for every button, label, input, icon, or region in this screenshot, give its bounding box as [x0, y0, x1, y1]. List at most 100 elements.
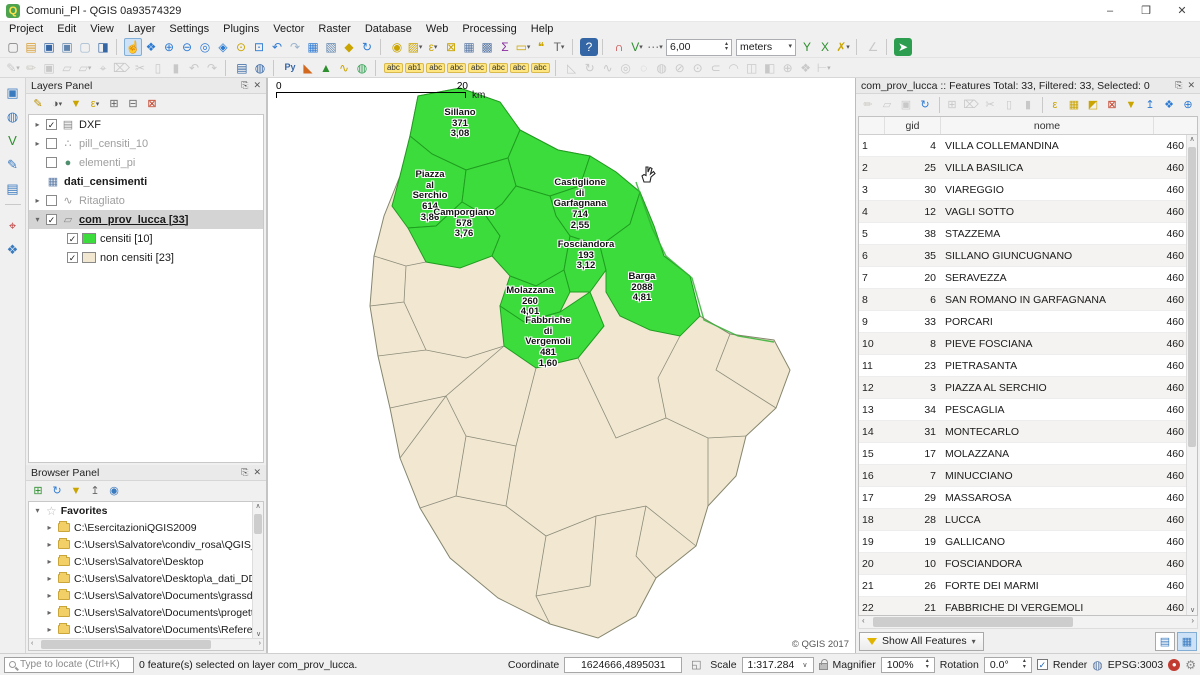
statistics-button[interactable]: Σ	[496, 38, 514, 56]
label-pin-button[interactable]: abc	[425, 59, 446, 77]
add-ring-button[interactable]: ◎	[617, 59, 635, 77]
label-show-hide-button[interactable]: abc	[467, 59, 488, 77]
row-number[interactable]: 8	[859, 294, 885, 306]
browser-horizontal-scrollbar[interactable]: ‹›	[29, 638, 263, 650]
table-toggle-editing-button[interactable]: ✏	[859, 97, 877, 114]
help-button[interactable]: ?	[580, 38, 598, 56]
coordinate-input[interactable]: 1624666,4895031	[564, 657, 682, 673]
table-row[interactable]: 167MINUCCIANO460	[859, 465, 1197, 487]
layer-item-pill-censiti-10[interactable]: ▸∴pill_censiti_10	[29, 134, 263, 153]
pan-map-button[interactable]: ☝	[124, 38, 142, 56]
select-by-expression-button[interactable]: ε▾	[424, 38, 442, 56]
header-rownum[interactable]	[859, 117, 885, 134]
add-selected-layers-button[interactable]: ⊞	[29, 483, 47, 500]
save-layer-edits-button[interactable]: ▣	[40, 59, 58, 77]
menu-raster[interactable]: Raster	[311, 22, 357, 37]
georeferencer-button[interactable]: ⌖	[3, 215, 23, 235]
table-row[interactable]: 2010FOSCIANDORA460	[859, 553, 1197, 575]
delete-selected-button[interactable]: ⌦	[112, 59, 131, 77]
tracing-button[interactable]: ✗▾	[834, 38, 852, 56]
legend-checkbox[interactable]: ✓	[67, 233, 78, 244]
globe-plugin-button[interactable]: ◍	[353, 59, 371, 77]
zoom-out-button[interactable]: ⊖	[178, 38, 196, 56]
menu-layer[interactable]: Layer	[121, 22, 163, 37]
menu-web[interactable]: Web	[419, 22, 455, 37]
layer-item-elementi-pi[interactable]: ●elementi_pi	[29, 153, 263, 172]
digitize-shape-button[interactable]: ▱	[58, 59, 76, 77]
magnifier-input[interactable]: 100%▴▾	[881, 657, 935, 673]
refresh-browser-button[interactable]: ↻	[48, 483, 66, 500]
browser-item-folder[interactable]: ▸C:\Users\Salvatore\Desktop\a_dati_DDS_1…	[29, 570, 263, 587]
python-console-button[interactable]: Py	[281, 59, 299, 77]
zoom-full-button[interactable]: ◈	[214, 38, 232, 56]
layer-item-dxf[interactable]: ▸✓▤DXF	[29, 115, 263, 134]
redo-button[interactable]: ↷	[203, 59, 221, 77]
rotate-feature-button[interactable]: ↻	[581, 59, 599, 77]
datasource-manager-button[interactable]: ▣	[3, 82, 23, 102]
browser-item-folder[interactable]: ▸C:\Users\Salvatore\condiv_rosa\QGIS_dat…	[29, 536, 263, 553]
row-number[interactable]: 16	[859, 470, 885, 482]
attribute-table-float-icon[interactable]: ⎘	[1175, 80, 1182, 91]
table-save-edits-button[interactable]: ▣	[897, 97, 915, 114]
avoid-intersections-button[interactable]: X	[816, 38, 834, 56]
row-number[interactable]: 11	[859, 360, 885, 372]
table-row[interactable]: 86SAN ROMANO IN GARFAGNANA460	[859, 289, 1197, 311]
undo-button[interactable]: ↶	[185, 59, 203, 77]
table-row[interactable]: 1431MONTECARLO460	[859, 421, 1197, 443]
table-add-feature-button[interactable]: ⊞	[943, 97, 961, 114]
row-number[interactable]: 2	[859, 162, 885, 174]
table-zoom-to-selection-button[interactable]: ⊕	[1179, 97, 1197, 114]
table-copy-button[interactable]: ▯	[1000, 97, 1018, 114]
zoom-next-button[interactable]: ↷	[286, 38, 304, 56]
legend-item-censiti-10[interactable]: ✓censiti [10]	[29, 229, 263, 248]
table-reload-button[interactable]: ↻	[916, 97, 934, 114]
layer-labeling-button[interactable]: abc	[383, 59, 404, 77]
minimize-button[interactable]: –	[1092, 0, 1128, 22]
new-map-view-button[interactable]: ▦	[304, 38, 322, 56]
extents-icon[interactable]: ◱	[687, 656, 705, 674]
table-row[interactable]: 330VIAREGGIO460	[859, 179, 1197, 201]
row-number[interactable]: 20	[859, 558, 885, 570]
table-move-selection-top-button[interactable]: ↥	[1141, 97, 1159, 114]
row-number[interactable]: 22	[859, 602, 885, 614]
delete-ring-button[interactable]: ⊘	[671, 59, 689, 77]
messages-icon[interactable]: ●	[1168, 659, 1180, 671]
zoom-in-button[interactable]: ⊕	[160, 38, 178, 56]
row-number[interactable]: 15	[859, 448, 885, 460]
elevation-profile-button[interactable]: ∠	[864, 38, 882, 56]
snapping-units-select[interactable]: meters▾	[736, 39, 796, 56]
filter-legend-expression-button[interactable]: ε▾	[86, 96, 104, 113]
grass-plugin-button[interactable]: ◣	[299, 59, 317, 77]
table-row[interactable]: 933PORCARI460	[859, 311, 1197, 333]
rotation-input[interactable]: 0.0°▴▾	[984, 657, 1032, 673]
new-shapefile-layer-button[interactable]: ✎	[3, 154, 23, 174]
table-row[interactable]: 14VILLA COLLEMANDINA460	[859, 135, 1197, 157]
table-filter-select-button[interactable]: ▼	[1122, 97, 1140, 114]
table-row[interactable]: 720SERAVEZZA460	[859, 267, 1197, 289]
row-number[interactable]: 12	[859, 382, 885, 394]
locate-input[interactable]: Type to locate (Ctrl+K)	[4, 657, 134, 673]
table-row[interactable]: 2221FABBRICHE DI VERGEMOLI460	[859, 597, 1197, 616]
add-vector-layer-button[interactable]: V	[3, 130, 23, 150]
menu-vector[interactable]: Vector	[266, 22, 311, 37]
row-number[interactable]: 14	[859, 426, 885, 438]
layout-manager-button[interactable]: ◨	[94, 38, 112, 56]
menu-settings[interactable]: Settings	[162, 22, 216, 37]
add-part-button[interactable]: ◌	[635, 59, 653, 77]
table-select-all-button[interactable]: ▦	[1065, 97, 1083, 114]
paste-features-button[interactable]: ▮	[167, 59, 185, 77]
map-canvas[interactable]: Sillano3713,08PiazzaalSerchio6143,86Cast…	[268, 78, 855, 653]
lock-scale-icon[interactable]	[819, 663, 828, 670]
new-3d-map-button[interactable]: ▧	[322, 38, 340, 56]
row-number[interactable]: 9	[859, 316, 885, 328]
table-row[interactable]: 538STAZZEMA460	[859, 223, 1197, 245]
filter-legend-button[interactable]: ▼	[67, 96, 85, 113]
table-row[interactable]: 1729MASSAROSA460	[859, 487, 1197, 509]
attribute-table-vertical-scrollbar[interactable]: ∧∨	[1186, 135, 1197, 615]
current-edits-button[interactable]: ✎▾	[4, 59, 22, 77]
deselect-all-button[interactable]: ⊠	[442, 38, 460, 56]
browser-panel-close-icon[interactable]: ✕	[253, 467, 261, 478]
show-all-features-button[interactable]: Show All Features ▾	[859, 632, 984, 651]
zoom-to-selection-button[interactable]: ⊙	[232, 38, 250, 56]
open-layer-styling-button[interactable]: ✎	[29, 96, 47, 113]
